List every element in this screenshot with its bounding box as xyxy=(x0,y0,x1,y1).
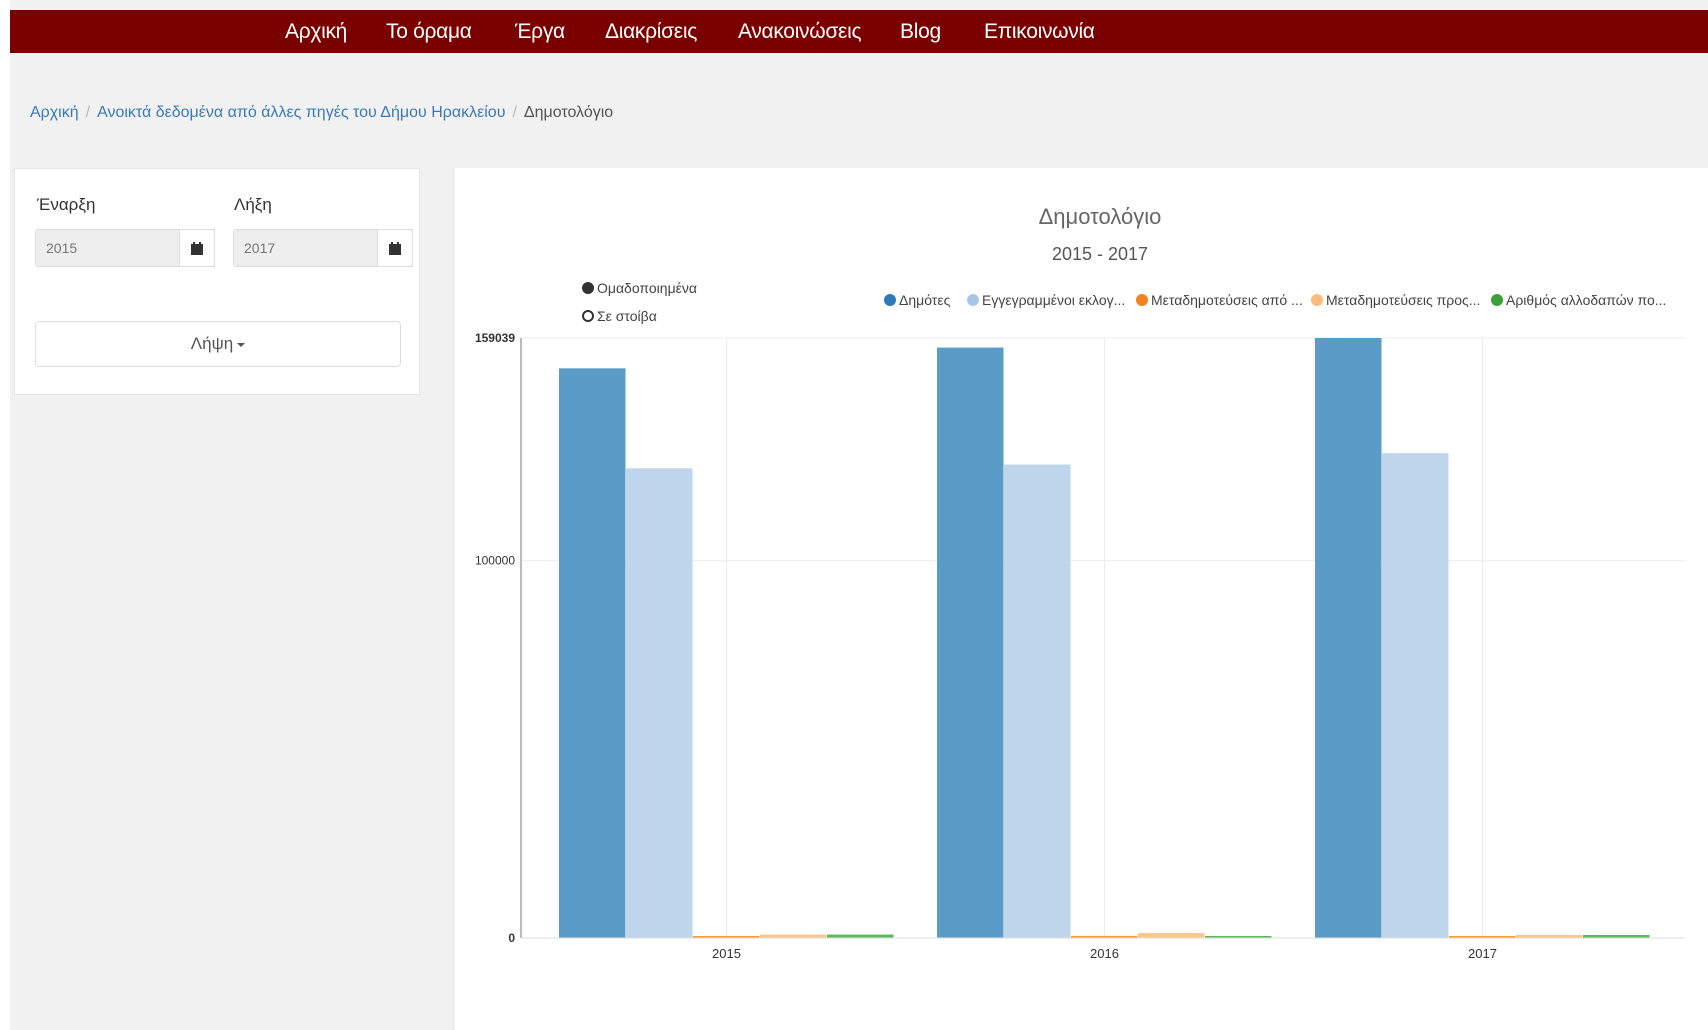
nav-item-blog[interactable]: Blog xyxy=(900,10,941,53)
bar xyxy=(626,468,693,938)
breadcrumb-home-link[interactable]: Αρχική xyxy=(30,104,79,121)
filter-panel: Έναρξη Λήξη Λήψη xyxy=(14,168,420,395)
nav-item-announcements[interactable]: Ανακοινώσεις xyxy=(738,10,862,53)
bar xyxy=(559,368,626,938)
x-tick-label: 2016 xyxy=(1090,946,1119,961)
breadcrumb-current: Δημοτολόγιο xyxy=(523,104,614,121)
nav-item-contact[interactable]: Επικοινωνία xyxy=(984,10,1095,53)
calendar-icon xyxy=(191,241,203,255)
nav-item-vision[interactable]: Το όραμα xyxy=(386,10,472,53)
bar xyxy=(1004,464,1071,938)
bar xyxy=(827,934,894,938)
breadcrumb-separator: / xyxy=(85,104,91,121)
chart-panel: Δημοτολόγιο 2015 - 2017 Ομαδοποιημένα Σε… xyxy=(455,168,1708,1030)
breadcrumb: Αρχική / Ανοικτά δεδομένα από άλλες πηγές … xyxy=(30,104,613,122)
bar xyxy=(1315,338,1382,938)
nav-item-projects[interactable]: Έργα xyxy=(515,10,565,53)
end-calendar-button[interactable] xyxy=(377,229,413,267)
breadcrumb-parent-link[interactable]: Ανοικτά δεδομένα από άλλες πηγές του Δήμ… xyxy=(97,104,505,121)
y-tick-label: 100000 xyxy=(475,554,515,568)
y-tick-label: 159039 xyxy=(475,331,515,345)
y-tick-label: 0 xyxy=(508,931,515,945)
x-tick-label: 2015 xyxy=(712,946,741,961)
bar-chart: 0 100000 159039 2015 2016 2017 xyxy=(475,331,1685,961)
calendar-icon xyxy=(389,241,401,255)
download-button[interactable]: Λήψη xyxy=(35,321,401,367)
end-date-label: Λήξη xyxy=(234,195,272,214)
bar xyxy=(1138,933,1205,938)
start-date-label: Έναρξη xyxy=(37,195,96,214)
caret-down-icon xyxy=(237,342,246,347)
download-button-label: Λήψη xyxy=(190,334,234,353)
top-navbar: Αρχική Το όραμα Έργα Διακρίσεις Ανακοινώ… xyxy=(10,10,1708,53)
nav-item-home[interactable]: Αρχική xyxy=(285,10,347,53)
bar xyxy=(937,347,1004,938)
bar xyxy=(1382,453,1449,938)
x-tick-label: 2017 xyxy=(1468,946,1497,961)
nav-item-awards[interactable]: Διακρίσεις xyxy=(605,10,697,53)
breadcrumb-separator: / xyxy=(512,104,517,121)
bar xyxy=(760,934,827,938)
start-calendar-button[interactable] xyxy=(179,229,215,267)
